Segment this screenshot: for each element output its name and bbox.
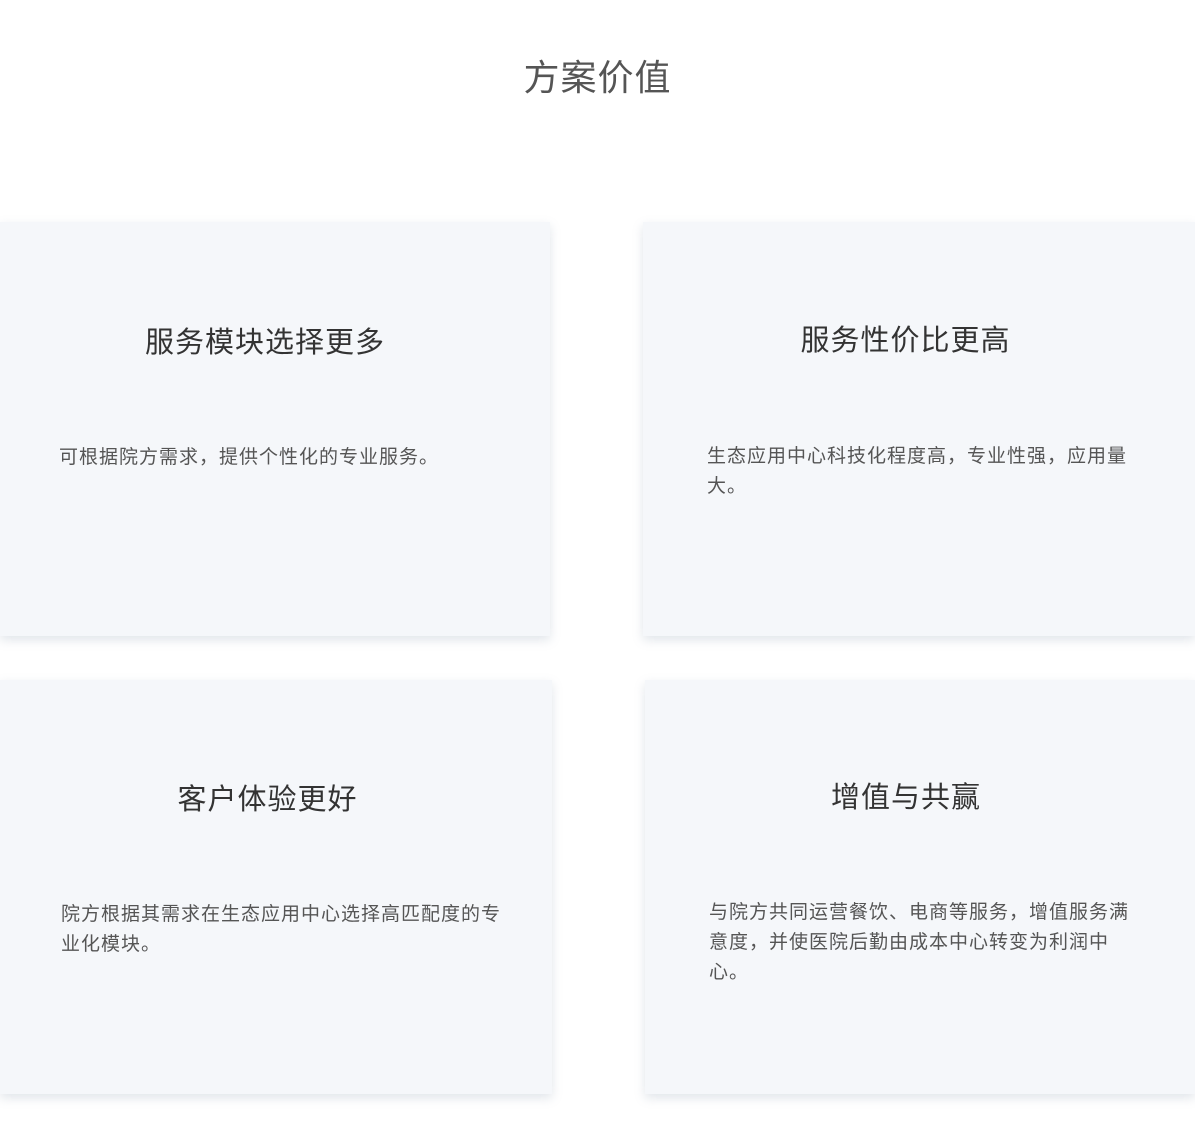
card-description: 院方根据其需求在生态应用中心选择高匹配度的专业化模块。 (61, 903, 502, 955)
value-card-customer-experience: 客户体验更好 院方根据其需求在生态应用中心选择高匹配度的专业化模块。 (0, 680, 552, 1094)
card-description: 可根据院方需求，提供个性化的专业服务。 (59, 446, 440, 468)
value-card-more-modules: 服务模块选择更多 可根据院方需求，提供个性化的专业服务。 (0, 222, 550, 636)
page-title: 方案价值 (523, 58, 672, 100)
card-title: 客户体验更好 (177, 782, 358, 816)
card-title: 增值与共赢 (830, 780, 981, 814)
card-description: 与院方共同运营餐饮、电商等服务，增值服务满意度，并使医院后勤由成本中心转变为利润… (709, 901, 1130, 983)
card-description: 生态应用中心科技化程度高，专业性强，应用量大。 (707, 445, 1128, 497)
card-title: 服务性价比更高 (800, 323, 1011, 357)
card-title: 服务模块选择更多 (144, 325, 385, 359)
value-card-cost-effective: 服务性价比更高 生态应用中心科技化程度高，专业性强，应用量大。 (643, 222, 1195, 636)
value-card-value-added-win-win: 增值与共赢 与院方共同运营餐饮、电商等服务，增值服务满意度，并使医院后勤由成本中… (645, 680, 1195, 1094)
